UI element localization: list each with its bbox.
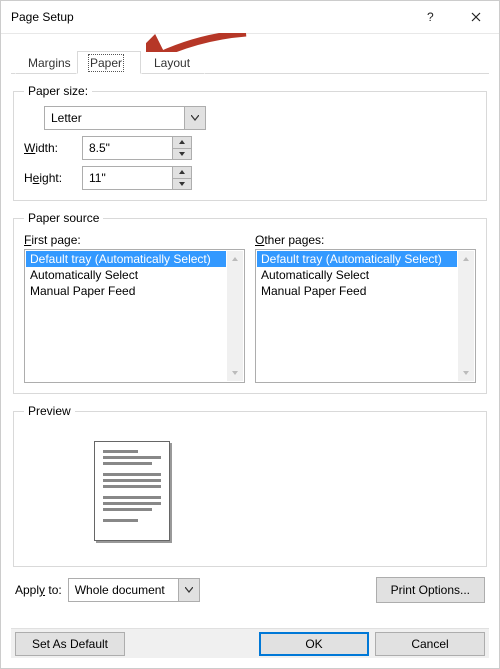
chevron-down-icon xyxy=(191,115,199,121)
other-pages-items: Default tray (Automatically Select) Auto… xyxy=(257,251,457,381)
chevron-down-icon xyxy=(179,182,185,186)
chevron-down-icon xyxy=(185,587,193,593)
apply-to-combo[interactable]: Whole document xyxy=(68,578,200,602)
dialog-footer: Set As Default OK Cancel xyxy=(11,628,489,658)
chevron-down-icon xyxy=(179,152,185,156)
ok-button[interactable]: OK xyxy=(259,632,369,656)
chevron-down-icon xyxy=(232,371,238,375)
paper-source-legend: Paper source xyxy=(24,211,103,225)
page-setup-dialog: Page Setup ? xyxy=(0,0,500,669)
list-item[interactable]: Default tray (Automatically Select) xyxy=(257,251,457,267)
print-options-button[interactable]: Print Options... xyxy=(376,577,485,603)
paper-size-combo[interactable]: Letter xyxy=(44,106,206,130)
height-label: Height: xyxy=(24,171,78,185)
scrollbar[interactable] xyxy=(227,251,243,381)
chevron-up-icon xyxy=(179,140,185,144)
tab-strip: Margins Paper Layout xyxy=(11,51,489,74)
apply-row: Apply to: Whole document Print Options..… xyxy=(11,577,489,603)
paper-size-group: Paper size: Letter Width: 8.5" xyxy=(13,84,487,201)
help-button[interactable]: ? xyxy=(407,1,453,33)
paper-size-dropdown-button[interactable] xyxy=(184,107,205,129)
set-as-default-label: Set As Default xyxy=(32,637,108,651)
scroll-track[interactable] xyxy=(458,267,474,365)
scroll-up-button[interactable] xyxy=(458,251,474,267)
paper-size-legend: Paper size: xyxy=(24,84,92,98)
apply-to-value: Whole document xyxy=(69,579,178,601)
dialog-title: Page Setup xyxy=(11,10,74,24)
first-page-listbox[interactable]: Default tray (Automatically Select) Auto… xyxy=(24,249,245,383)
tab-layout[interactable]: Layout xyxy=(141,52,205,74)
tab-paper-label: Paper xyxy=(90,56,122,70)
print-options-label: Print Options... xyxy=(391,583,470,597)
first-page-label: First page: xyxy=(24,233,245,247)
width-spinner[interactable]: 8.5" xyxy=(82,136,192,160)
chevron-up-icon xyxy=(179,170,185,174)
list-item[interactable]: Automatically Select xyxy=(26,267,226,283)
chevron-up-icon xyxy=(463,257,469,261)
dialog-body: Margins Paper Layout Paper size: Letter xyxy=(11,41,489,618)
tab-layout-label: Layout xyxy=(154,56,190,70)
height-spinner[interactable]: 11" xyxy=(82,166,192,190)
height-spin-up[interactable] xyxy=(173,167,191,179)
list-item[interactable]: Manual Paper Feed xyxy=(257,283,457,299)
first-page-items: Default tray (Automatically Select) Auto… xyxy=(26,251,226,381)
help-icon: ? xyxy=(424,11,436,23)
cancel-label: Cancel xyxy=(411,637,448,651)
other-pages-listbox[interactable]: Default tray (Automatically Select) Auto… xyxy=(255,249,476,383)
scroll-up-button[interactable] xyxy=(227,251,243,267)
title-bar: Page Setup ? xyxy=(1,1,499,34)
tab-margins-label: Margins xyxy=(28,56,71,70)
list-item[interactable]: Manual Paper Feed xyxy=(26,283,226,299)
width-spin-up[interactable] xyxy=(173,137,191,149)
height-value: 11" xyxy=(83,167,172,189)
preview-group: Preview xyxy=(13,404,487,567)
other-pages-label: Other pages: xyxy=(255,233,476,247)
apply-to-dropdown-button[interactable] xyxy=(178,579,199,601)
scrollbar[interactable] xyxy=(458,251,474,381)
chevron-up-icon xyxy=(232,257,238,261)
apply-to-label: Apply to: xyxy=(15,583,62,597)
preview-legend: Preview xyxy=(24,404,75,418)
chevron-down-icon xyxy=(463,371,469,375)
tab-paper[interactable]: Paper xyxy=(77,51,141,74)
paper-source-group: Paper source First page: Default tray (A… xyxy=(13,211,487,394)
cancel-button[interactable]: Cancel xyxy=(375,632,485,656)
width-value: 8.5" xyxy=(83,137,172,159)
set-as-default-button[interactable]: Set As Default xyxy=(15,632,125,656)
close-icon xyxy=(471,12,481,22)
paper-size-value: Letter xyxy=(45,107,184,129)
scroll-down-button[interactable] xyxy=(458,365,474,381)
tab-margins[interactable]: Margins xyxy=(15,52,77,74)
width-label: Width: xyxy=(24,141,78,155)
height-spin-down[interactable] xyxy=(173,179,191,190)
page-preview xyxy=(94,441,170,541)
close-button[interactable] xyxy=(453,1,499,33)
width-spin-down[interactable] xyxy=(173,149,191,160)
scroll-track[interactable] xyxy=(227,267,243,365)
scroll-down-button[interactable] xyxy=(227,365,243,381)
list-item[interactable]: Default tray (Automatically Select) xyxy=(26,251,226,267)
svg-text:?: ? xyxy=(427,11,434,23)
ok-label: OK xyxy=(305,637,322,651)
list-item[interactable]: Automatically Select xyxy=(257,267,457,283)
